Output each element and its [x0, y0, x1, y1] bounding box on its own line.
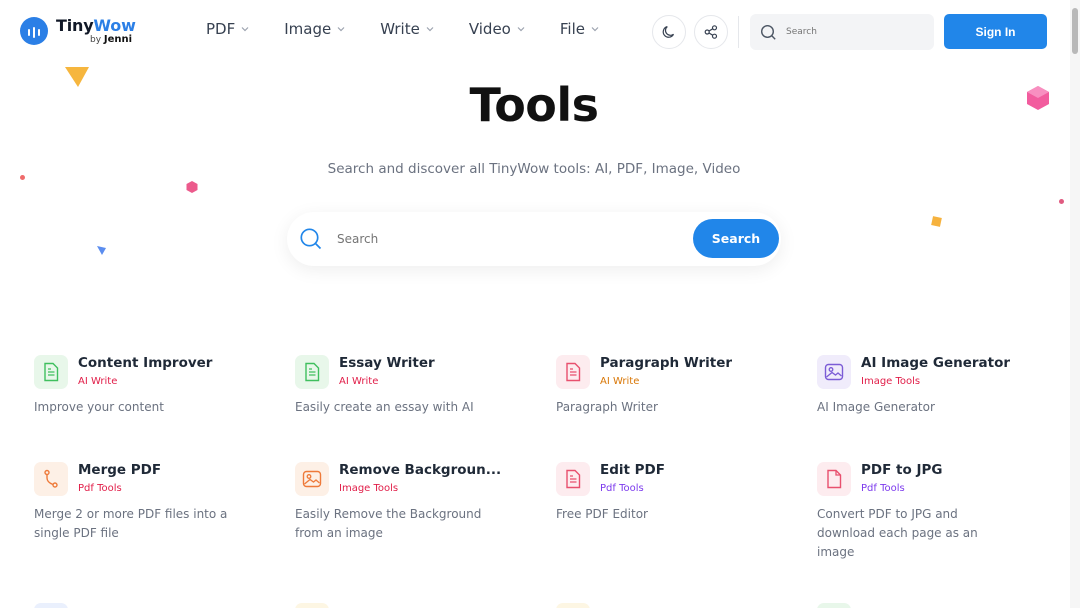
- tool-icon-box: [34, 355, 68, 389]
- tool-icon-box: [556, 462, 590, 496]
- share-button[interactable]: [694, 15, 728, 49]
- tool-icon-box: [817, 462, 851, 496]
- tool-description: Merge 2 or more PDF files into a single …: [34, 507, 228, 540]
- chevron-down-icon: [426, 27, 434, 32]
- tool-icon-box: [295, 462, 329, 496]
- tool-icon-box: [817, 603, 851, 608]
- tool-name: PDF to JPG: [861, 462, 943, 478]
- share-icon: [704, 25, 718, 39]
- logo[interactable]: TinyWow by Jenni: [20, 17, 136, 45]
- file-icon: [827, 469, 842, 489]
- tool-icon-box: [34, 603, 68, 608]
- chevron-down-icon: [241, 27, 249, 32]
- triangle-decoration-icon: [97, 246, 106, 255]
- dark-mode-button[interactable]: [652, 15, 686, 49]
- hexagon-decoration-icon: [186, 181, 198, 193]
- logo-mark-icon: [20, 17, 48, 45]
- scrollbar-thumb[interactable]: [1072, 8, 1078, 54]
- tool-category[interactable]: Pdf Tools: [861, 483, 905, 494]
- nav-item-image[interactable]: Image: [284, 20, 346, 38]
- document-icon: [44, 362, 59, 382]
- dot-decoration: [1059, 199, 1064, 204]
- logo-byline: by Jenni: [90, 33, 133, 45]
- search-button[interactable]: Search: [693, 219, 779, 258]
- tool-search-bar: Search: [287, 212, 781, 266]
- tool-description: AI Image Generator: [817, 400, 935, 414]
- square-decoration-icon: [931, 216, 942, 227]
- tool-description: Paragraph Writer: [556, 400, 658, 414]
- tool-name: Paragraph Writer: [600, 355, 733, 371]
- image-icon: [302, 470, 322, 488]
- sign-in-button[interactable]: Sign In: [944, 14, 1047, 49]
- tool-description: Easily create an essay with AI: [295, 400, 474, 414]
- nav-item-file[interactable]: File: [560, 20, 600, 38]
- chevron-down-icon: [591, 27, 599, 32]
- tool-description: Free PDF Editor: [556, 507, 648, 521]
- document-icon: [566, 362, 581, 382]
- moon-icon: [662, 26, 675, 38]
- tool-search-input[interactable]: [337, 232, 667, 246]
- tool-description: Convert PDF to JPG and download each pag…: [817, 507, 978, 559]
- merge-icon: [44, 469, 58, 488]
- page-subtitle: Search and discover all TinyWow tools: A…: [327, 161, 741, 177]
- tool-category[interactable]: AI Write: [78, 376, 117, 387]
- page-title: Tools: [469, 78, 599, 132]
- header: TinyWow by Jenni PDF Image Write Video F…: [0, 0, 1080, 64]
- tool-category[interactable]: AI Write: [339, 376, 378, 387]
- document-icon: [305, 362, 320, 382]
- main-nav: PDF Image Write Video File: [206, 20, 634, 38]
- tool-name: Remove Backgroun...: [339, 462, 502, 478]
- tool-icon-box: [295, 603, 329, 608]
- tool-icon-box: [556, 355, 590, 389]
- tool-name: Edit PDF: [600, 462, 665, 478]
- scrollbar[interactable]: [1070, 0, 1080, 608]
- tool-name: Content Improver: [78, 355, 213, 371]
- tool-category[interactable]: AI Write: [600, 376, 639, 387]
- nav-item-pdf[interactable]: PDF: [206, 20, 250, 38]
- image-icon: [824, 363, 844, 381]
- nav-item-video[interactable]: Video: [469, 20, 526, 38]
- search-icon: [300, 228, 322, 250]
- chevron-down-icon: [517, 27, 525, 32]
- tool-description: Easily Remove the Background from an ima…: [295, 507, 482, 540]
- header-search-input[interactable]: [786, 27, 916, 37]
- tool-category[interactable]: Image Tools: [861, 376, 920, 387]
- tool-category[interactable]: Pdf Tools: [78, 483, 122, 494]
- chevron-down-icon: [337, 27, 345, 32]
- header-search[interactable]: [750, 14, 934, 50]
- document-icon: [566, 469, 581, 489]
- search-icon: [760, 24, 776, 40]
- tool-name: AI Image Generator: [861, 355, 1011, 371]
- logo-name: TinyWow: [56, 15, 136, 35]
- tool-name: Merge PDF: [78, 462, 162, 478]
- header-divider: [738, 16, 739, 48]
- tool-category[interactable]: Image Tools: [339, 483, 398, 494]
- tool-icon-box: [556, 603, 590, 608]
- page: TinyWow by Jenni PDF Image Write Video F…: [0, 0, 1080, 608]
- tool-icon-box: [817, 355, 851, 389]
- tool-icon-box: [34, 462, 68, 496]
- tool-description: Improve your content: [34, 400, 164, 414]
- tool-name: Essay Writer: [339, 355, 435, 371]
- tool-icon-box: [295, 355, 329, 389]
- nav-item-write[interactable]: Write: [380, 20, 435, 38]
- tool-category[interactable]: Pdf Tools: [600, 483, 644, 494]
